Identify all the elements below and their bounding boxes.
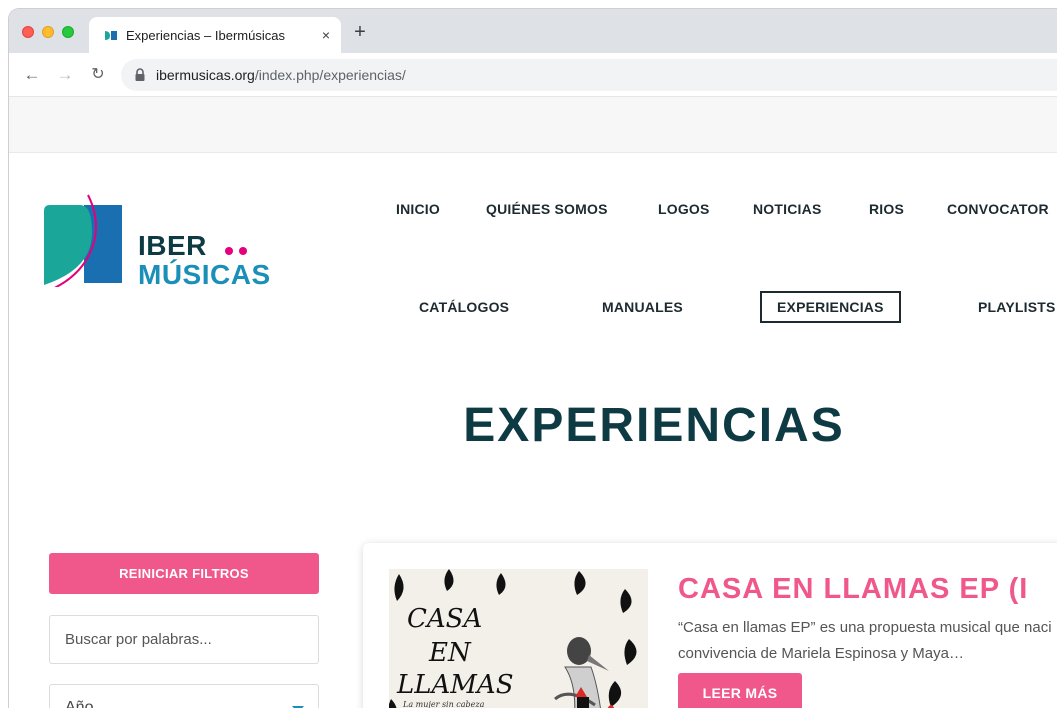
nav-experiencias-active[interactable]: EXPERIENCIAS xyxy=(760,291,901,323)
lock-icon xyxy=(135,68,145,81)
experience-card: CASA EN LLAMAS La mujer sin cabeza CASA … xyxy=(363,543,1057,708)
browser-tab-active[interactable]: Experiencias – Ibermúsicas × xyxy=(89,17,341,53)
site-favicon-icon xyxy=(105,31,117,40)
description-line-1: “Casa en llamas EP” es una propuesta mus… xyxy=(678,619,1052,636)
browser-toolbar: ← → ↻ ibermusicas.org/index.php/experien… xyxy=(9,53,1057,97)
address-bar[interactable]: ibermusicas.org/index.php/experiencias/ xyxy=(121,59,1057,91)
year-select-label: Año xyxy=(65,699,94,708)
experience-description: “Casa en llamas EP” es una propuesta mus… xyxy=(678,615,1057,667)
album-cover-image[interactable]: CASA EN LLAMAS La mujer sin cabeza xyxy=(389,569,648,708)
description-line-2: convivencia de Mariela Espinosa y Maya… xyxy=(678,645,964,662)
web-page: IBER MÚSICAS INICIO QUIÉNES SOMOS LOGOS … xyxy=(9,153,1057,708)
forward-arrow-icon[interactable]: → xyxy=(55,65,75,85)
reload-icon[interactable]: ↻ xyxy=(88,65,108,85)
url-text: ibermusicas.org/index.php/experiencias/ xyxy=(156,67,406,83)
nav-manuales[interactable]: MANUALES xyxy=(602,299,683,315)
experience-title[interactable]: CASA EN LLAMAS EP (I xyxy=(678,573,1028,606)
logo-line-2: MÚSICAS xyxy=(138,259,271,290)
album-cover-art: CASA EN LLAMAS La mujer sin cabeza xyxy=(389,569,648,708)
url-host: ibermusicas.org xyxy=(156,67,255,83)
tab-title: Experiencias – Ibermúsicas xyxy=(126,28,285,43)
minimize-window-button[interactable] xyxy=(42,26,54,38)
cover-subtitle: La mujer sin cabeza xyxy=(402,700,485,708)
tab-strip: Experiencias – Ibermúsicas × + xyxy=(9,9,1057,53)
nav-quienes-somos[interactable]: QUIÉNES SOMOS xyxy=(486,201,608,217)
nav-logos[interactable]: LOGOS xyxy=(658,201,710,217)
cover-text-line-3: LLAMAS xyxy=(396,670,514,700)
nav-rios[interactable]: RIOS xyxy=(869,201,904,217)
url-path: /index.php/experiencias/ xyxy=(254,67,406,83)
nav-playlists[interactable]: PLAYLISTS xyxy=(978,299,1056,315)
maximize-window-button[interactable] xyxy=(62,26,74,38)
nav-noticias[interactable]: NOTICIAS xyxy=(753,201,822,217)
ibermusicas-logo[interactable]: IBER MÚSICAS xyxy=(42,187,282,289)
nav-inicio[interactable]: INICIO xyxy=(396,201,440,217)
nav-convocatorias[interactable]: CONVOCATOR xyxy=(947,201,1049,217)
logo-wordmark: IBER MÚSICAS xyxy=(138,231,271,289)
logo-mark-icon xyxy=(44,194,122,287)
keyword-search-input[interactable] xyxy=(49,615,319,664)
new-tab-icon[interactable]: + xyxy=(351,22,369,42)
cover-text-line-2: EN xyxy=(428,638,472,668)
year-select[interactable]: Año xyxy=(49,684,319,708)
page-title: EXPERIENCIAS xyxy=(463,399,845,452)
nav-catalogos[interactable]: CATÁLOGOS xyxy=(419,299,509,315)
tab-close-icon[interactable]: × xyxy=(317,26,335,44)
reset-filters-button[interactable]: REINICIAR FILTROS xyxy=(49,553,319,594)
read-more-button[interactable]: LEER MÁS xyxy=(678,673,802,708)
cover-text-line-1: CASA xyxy=(407,604,482,634)
browser-window: Experiencias – Ibermúsicas × + ← → ↻ ibe… xyxy=(9,9,1057,708)
bookmark-bar xyxy=(9,97,1057,153)
close-window-button[interactable] xyxy=(22,26,34,38)
logo-dots-icon xyxy=(225,242,253,260)
back-arrow-icon[interactable]: ← xyxy=(22,65,42,85)
